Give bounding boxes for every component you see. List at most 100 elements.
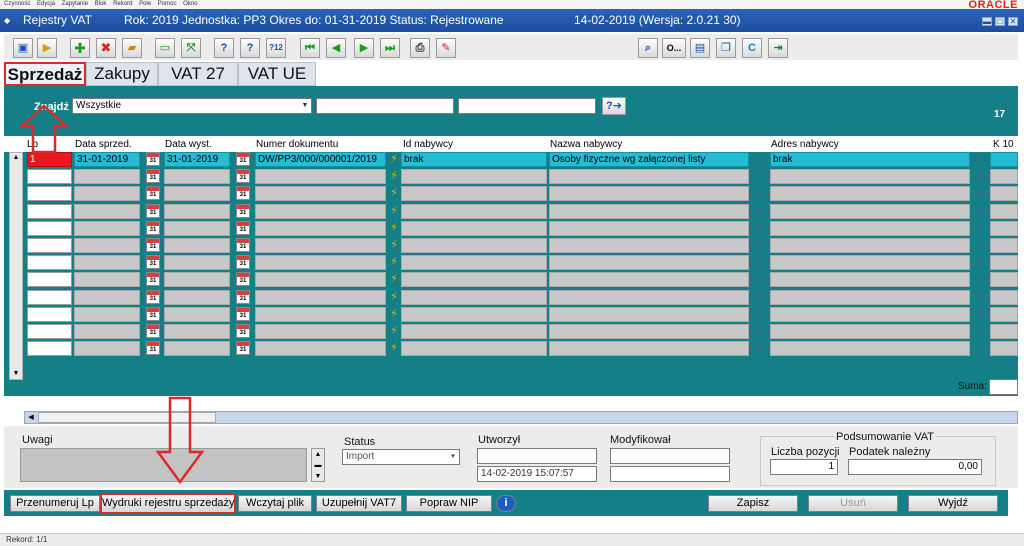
cell-numer-dokumentu[interactable] [255, 307, 386, 322]
cell-lp[interactable] [27, 221, 72, 236]
cell-data-wyst[interactable] [164, 290, 230, 305]
duplicate-record-icon[interactable]: ▭ [155, 38, 175, 58]
cell-adres-nabywcy[interactable] [770, 255, 970, 270]
chevron-down-icon[interactable]: ▼ [973, 324, 987, 338]
calendar-icon[interactable]: 31 [146, 152, 160, 166]
chevron-down-icon[interactable]: ▼ [973, 221, 987, 235]
print-icon[interactable]: ⎙ [410, 38, 430, 58]
menu-edycja[interactable]: Edycja [37, 1, 55, 7]
cell-data-sprzed[interactable] [74, 255, 140, 270]
cell-numer-dokumentu[interactable]: DW/PP3/000/000001/2019 [255, 152, 386, 167]
lightning-icon[interactable]: ⚡ [388, 290, 400, 304]
chevron-down-icon[interactable]: ▼ [752, 221, 766, 235]
maximize-button[interactable]: □ [995, 17, 1005, 26]
chevron-down-icon[interactable]: ▼ [752, 290, 766, 304]
add-record-icon[interactable]: ✚ [70, 38, 90, 58]
clear-record-icon[interactable]: ▰ [122, 38, 142, 58]
cell-nazwa-nabywcy[interactable] [549, 238, 749, 253]
calendar-icon[interactable]: 31 [146, 324, 160, 338]
lightning-icon[interactable]: ⚡ [388, 152, 400, 166]
open-folder-icon[interactable]: ▶ [37, 38, 57, 58]
cell-id-nabywcy[interactable] [401, 324, 547, 339]
close-button[interactable]: ✕ [1008, 17, 1018, 26]
wyjdz-button[interactable]: Wyjdź [908, 495, 998, 512]
cell-lp[interactable] [27, 238, 72, 253]
chevron-down-icon[interactable]: ▼ [973, 169, 987, 183]
popraw-nip-button[interactable]: Popraw NIP [406, 495, 492, 512]
cell-adres-nabywcy[interactable] [770, 272, 970, 287]
delete-record-icon[interactable]: ✖ [96, 38, 116, 58]
vertical-scrollbar[interactable] [9, 152, 23, 380]
preview-icon[interactable]: ⌕ [638, 38, 658, 58]
calendar-icon[interactable]: 31 [236, 324, 250, 338]
cell-data-wyst[interactable] [164, 307, 230, 322]
cell-data-sprzed[interactable] [74, 169, 140, 184]
calendar-icon[interactable]: 31 [146, 272, 160, 286]
cell-adres-nabywcy[interactable]: brak [770, 152, 970, 167]
cell-nazwa-nabywcy[interactable] [549, 255, 749, 270]
cell-adres-nabywcy[interactable] [770, 324, 970, 339]
cell-k10[interactable] [990, 152, 1018, 167]
cell-nazwa-nabywcy[interactable] [549, 272, 749, 287]
cell-id-nabywcy[interactable] [401, 307, 547, 322]
cell-numer-dokumentu[interactable] [255, 221, 386, 236]
chevron-down-icon[interactable]: ▼ [973, 238, 987, 252]
calendar-icon[interactable]: 31 [146, 186, 160, 200]
chevron-down-icon[interactable]: ▼ [973, 186, 987, 200]
cell-data-wyst[interactable]: 31-01-2019 [164, 152, 230, 167]
cell-numer-dokumentu[interactable] [255, 255, 386, 270]
notebook-icon[interactable]: ▤ [690, 38, 710, 58]
cell-adres-nabywcy[interactable] [770, 290, 970, 305]
cell-data-wyst[interactable] [164, 204, 230, 219]
cell-adres-nabywcy[interactable] [770, 186, 970, 201]
cell-data-sprzed[interactable] [74, 290, 140, 305]
cell-id-nabywcy[interactable]: brak [401, 152, 547, 167]
cell-k10[interactable] [990, 221, 1018, 236]
cell-lp[interactable] [27, 307, 72, 322]
cell-numer-dokumentu[interactable] [255, 204, 386, 219]
lightning-icon[interactable]: ⚡ [388, 169, 400, 183]
exit-icon[interactable]: ⇥ [768, 38, 788, 58]
tab-sprzedaz[interactable]: Sprzedaż [4, 62, 86, 86]
find-select[interactable]: Wszystkie ▼ [72, 98, 312, 114]
cell-data-sprzed[interactable] [74, 324, 140, 339]
calendar-icon[interactable]: 31 [146, 290, 160, 304]
cell-adres-nabywcy[interactable] [770, 341, 970, 356]
menu-rekord[interactable]: Rekord [113, 1, 132, 7]
cell-numer-dokumentu[interactable] [255, 341, 386, 356]
expand-icon[interactable]: ⤧ [181, 38, 201, 58]
cell-k10[interactable] [990, 290, 1018, 305]
cell-numer-dokumentu[interactable] [255, 324, 386, 339]
chevron-down-icon[interactable]: ▼ [752, 272, 766, 286]
chevron-down-icon[interactable]: ▼ [752, 152, 766, 166]
zapisz-button[interactable]: Zapisz [708, 495, 798, 512]
cell-k10[interactable] [990, 238, 1018, 253]
calendar-icon[interactable]: 31 [236, 204, 250, 218]
tab-vat27[interactable]: VAT 27 [158, 62, 238, 86]
cell-nazwa-nabywcy[interactable] [549, 341, 749, 356]
find-input-2[interactable] [458, 98, 596, 114]
menu-pole[interactable]: Pole [139, 1, 151, 7]
cell-adres-nabywcy[interactable] [770, 169, 970, 184]
calendar-icon[interactable]: 31 [146, 255, 160, 269]
last-record-icon[interactable]: ⏭ [380, 38, 400, 58]
chevron-down-icon[interactable]: ▼ [973, 307, 987, 321]
cell-data-sprzed[interactable]: 31-01-2019 [74, 152, 140, 167]
cell-nazwa-nabywcy[interactable] [549, 324, 749, 339]
lightning-icon[interactable]: ⚡ [388, 204, 400, 218]
cell-data-sprzed[interactable] [74, 186, 140, 201]
cell-numer-dokumentu[interactable] [255, 186, 386, 201]
find-search-icon[interactable]: ?➔ [602, 97, 626, 115]
calendar-icon[interactable]: 31 [236, 272, 250, 286]
chevron-down-icon[interactable]: ▼ [973, 272, 987, 286]
cell-data-sprzed[interactable] [74, 204, 140, 219]
menu-blok[interactable]: Blok [95, 1, 107, 7]
status-select[interactable]: Import ▾ [342, 449, 460, 465]
chevron-down-icon[interactable]: ▼ [973, 255, 987, 269]
uzupelnij-vat7-button[interactable]: Uzupełnij VAT7 [316, 495, 402, 512]
menu-czynnosc[interactable]: Czynność [4, 1, 30, 7]
usun-button[interactable]: Usuń [808, 495, 898, 512]
cell-k10[interactable] [990, 341, 1018, 356]
menu-pomoc[interactable]: Pomoc [158, 1, 177, 7]
cell-lp[interactable] [27, 186, 72, 201]
